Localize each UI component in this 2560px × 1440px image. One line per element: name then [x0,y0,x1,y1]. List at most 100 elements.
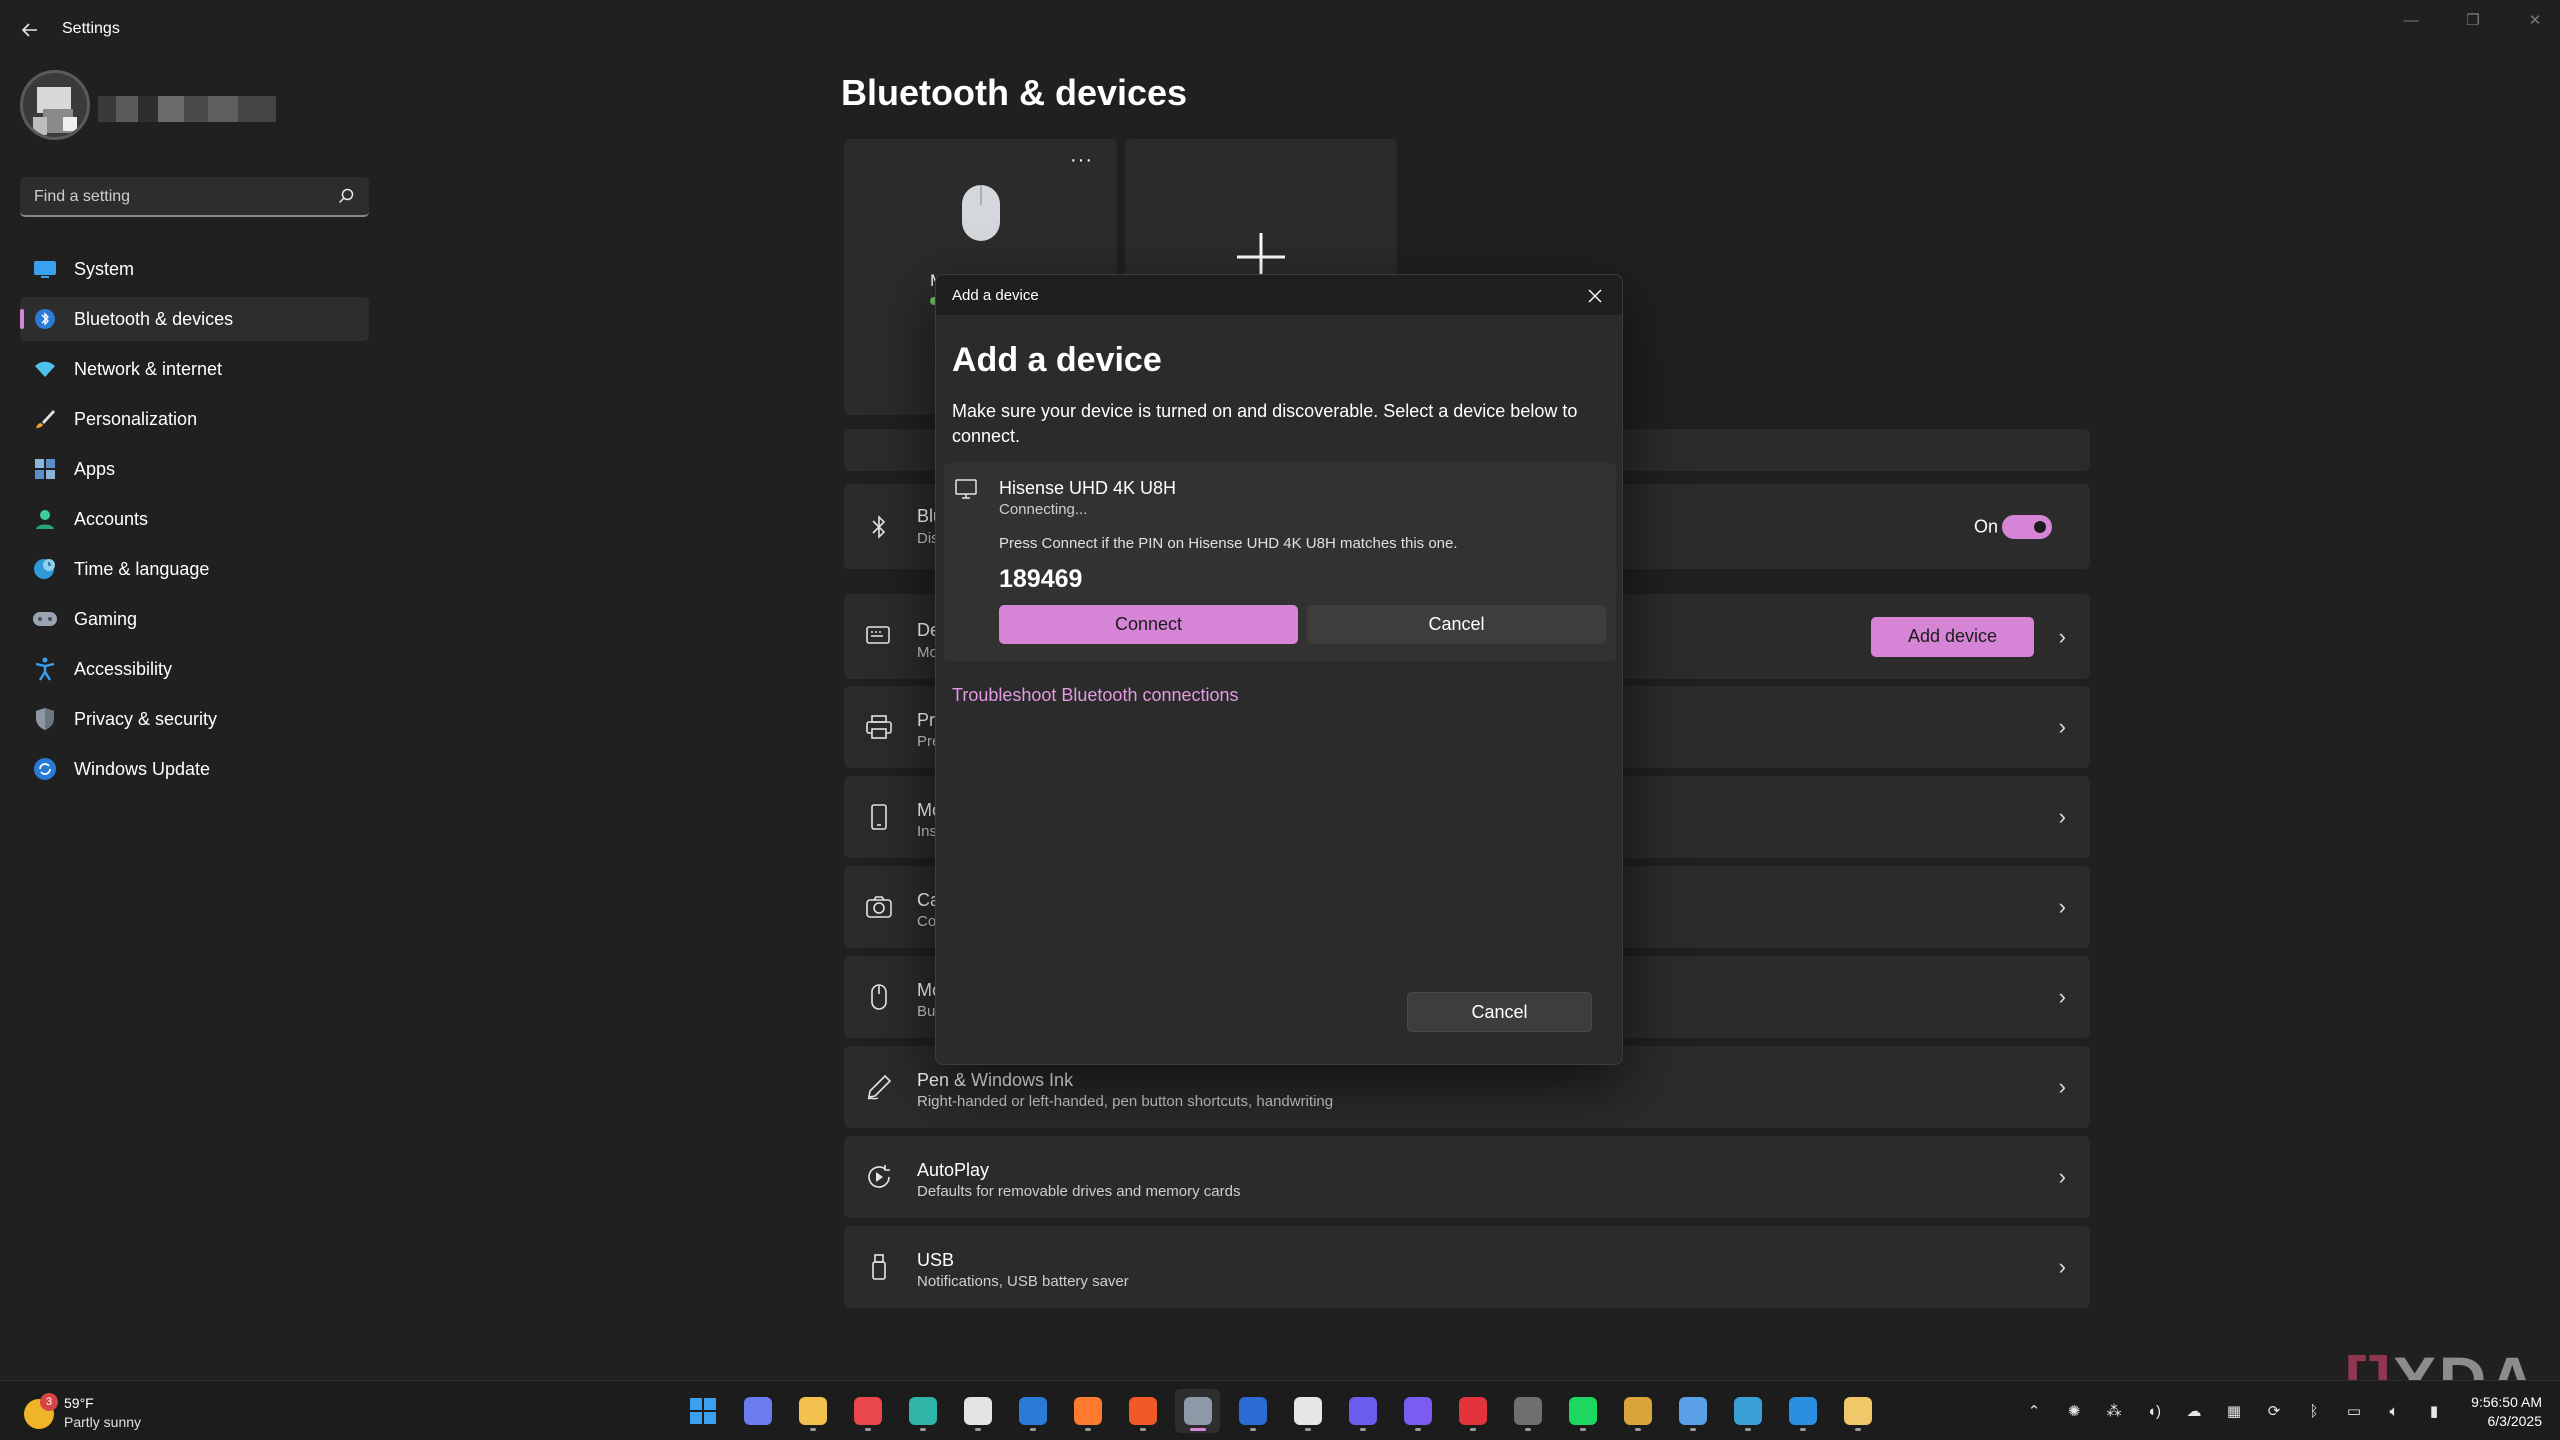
taskbar-start-button[interactable] [680,1389,725,1433]
sync-icon[interactable]: ⟳ [2258,1395,2290,1427]
minimize-icon: — [2403,11,2419,29]
clock[interactable]: 9:56:50 AM 6/3/2025 [2471,1393,2542,1431]
taskbar-spotify-button[interactable] [1560,1389,1605,1433]
running-indicator [1139,1428,1146,1431]
system-tray: ⌃ ✺ ⁂ ◖) ☁ ▦ ⟳ ᛒ ▭ 🔈︎ ▮ [2018,1389,2450,1433]
user-profile[interactable] [20,70,276,146]
chevron-right-icon[interactable]: › [2059,714,2066,740]
onedrive-icon[interactable]: ☁ [2178,1395,2210,1427]
mouse-icon [864,982,894,1012]
autoplay-icon [864,1162,894,1192]
taskbar-app-folder-button[interactable] [1835,1389,1880,1433]
search-icon [338,188,354,204]
taskbar-firefox-button[interactable] [1065,1389,1110,1433]
network-icon[interactable]: ▭ [2338,1395,2370,1427]
weather-condition: Partly sunny [64,1414,142,1430]
sidebar-item-system[interactable]: System [20,247,369,291]
title-bar: Settings — ❐ ✕ [0,0,2560,60]
sidebar-item-bluetooth[interactable]: Bluetooth & devices [20,297,369,341]
taskbar-word-button[interactable] [1230,1389,1275,1433]
restore-button[interactable]: ❐ [2452,6,2494,34]
sidebar-item-network[interactable]: Network & internet [20,347,369,391]
taskbar-slack-button[interactable] [1285,1389,1330,1433]
taskbar-store-button[interactable] [955,1389,1000,1433]
taskbar-vivaldi-button[interactable] [1450,1389,1495,1433]
row-autoplay[interactable]: AutoPlay Defaults for removable drives a… [844,1136,2090,1218]
add-device-dialog: Add a device Add a device Make sure your… [935,274,1623,1065]
battery-icon[interactable]: ▮ [2418,1395,2450,1427]
settings-icon [1183,1397,1212,1425]
minimize-button[interactable]: — [2390,6,2432,34]
taskbar-app-red-button[interactable] [845,1389,890,1433]
running-indicator [1029,1428,1036,1431]
edge-icon [908,1397,937,1425]
pin-code: 189469 [999,565,1083,593]
pairing-cancel-button[interactable]: Cancel [1307,605,1606,644]
monitor-icon [955,479,977,499]
more-options-icon[interactable]: ··· [1070,149,1093,172]
dialog-close-button[interactable] [1582,283,1608,309]
chevron-right-icon[interactable]: › [2059,1254,2066,1280]
sidebar-item-windows-update[interactable]: Windows Update [20,747,369,791]
tray-app-icon[interactable]: ✺ [2058,1395,2090,1427]
tray-app-2-icon[interactable]: ▦ [2218,1395,2250,1427]
taskbar-notepad-button[interactable] [1670,1389,1715,1433]
spotify-icon [1568,1397,1597,1425]
app-s-icon [1733,1397,1762,1425]
add-device-button[interactable]: Add device [1871,616,2034,657]
taskbar-file-explorer-button[interactable] [790,1389,835,1433]
chevron-up-icon[interactable]: ⌃ [2018,1395,2050,1427]
dialog-description: Make sure your device is turned on and d… [952,401,1578,446]
pen-icon [864,1072,894,1102]
sidebar-item-accessibility[interactable]: Accessibility [20,647,369,691]
slack-tray-icon[interactable]: ⁂ [2098,1395,2130,1427]
search-box[interactable]: Find a setting [20,177,369,217]
sidebar-item-time-language[interactable]: Time & language [20,547,369,591]
notepad-icon [1678,1397,1707,1425]
running-indicator [1189,1428,1206,1431]
running-indicator [1579,1428,1586,1431]
chevron-right-icon[interactable]: › [2059,984,2066,1010]
taskbar-settings-button[interactable] [1175,1389,1220,1433]
sidebar-item-personalization[interactable]: Personalization [20,397,369,441]
vivaldi-icon [1458,1397,1487,1425]
phone-icon [864,802,894,832]
paint-icon [1623,1397,1652,1425]
running-indicator [1524,1428,1531,1431]
taskbar-app-s-button[interactable] [1725,1389,1770,1433]
taskbar-paint-button[interactable] [1615,1389,1660,1433]
taskbar-brave-button[interactable] [1120,1389,1165,1433]
row-usb[interactable]: USB Notifications, USB battery saver › [844,1226,2090,1308]
taskbar-calculator-button[interactable] [1505,1389,1550,1433]
store-icon [963,1397,992,1425]
sidebar-item-gaming[interactable]: Gaming [20,597,369,641]
sidebar-item-apps[interactable]: Apps [20,447,369,491]
taskbar-edge-button[interactable] [900,1389,945,1433]
device-list-item[interactable]: Hisense UHD 4K U8H Connecting... Press C… [944,463,1616,661]
connect-button[interactable]: Connect [999,605,1298,644]
taskbar-messenger-button[interactable] [1340,1389,1385,1433]
back-button[interactable] [14,14,46,46]
chevron-right-icon[interactable]: › [2059,894,2066,920]
chevron-right-icon[interactable]: › [2059,804,2066,830]
taskbar-vscode-button[interactable] [1780,1389,1825,1433]
speaker-icon[interactable]: 🔈︎ [2378,1395,2410,1427]
dialog-cancel-button[interactable]: Cancel [1407,992,1592,1032]
chevron-right-icon[interactable]: › [2059,1074,2066,1100]
taskbar-outlook-button[interactable] [1010,1389,1055,1433]
taskbar-copilot-button[interactable] [735,1389,780,1433]
sidebar-item-accounts[interactable]: Accounts [20,497,369,541]
volume-icon[interactable]: ◖) [2138,1395,2170,1427]
troubleshoot-link[interactable]: Troubleshoot Bluetooth connections [952,685,1239,706]
bluetooth-toggle[interactable] [2002,514,2052,539]
running-indicator [974,1428,981,1431]
chevron-right-icon[interactable]: › [2059,1164,2066,1190]
accessibility-icon [32,656,58,682]
taskbar-mail-button[interactable] [1395,1389,1440,1433]
close-button[interactable]: ✕ [2514,6,2556,34]
chevron-right-icon[interactable]: › [2059,624,2066,650]
sidebar-item-privacy[interactable]: Privacy & security [20,697,369,741]
bluetooth-tray-icon[interactable]: ᛒ [2298,1395,2330,1427]
shield-icon [32,706,58,732]
bluetooth-icon [32,306,58,332]
